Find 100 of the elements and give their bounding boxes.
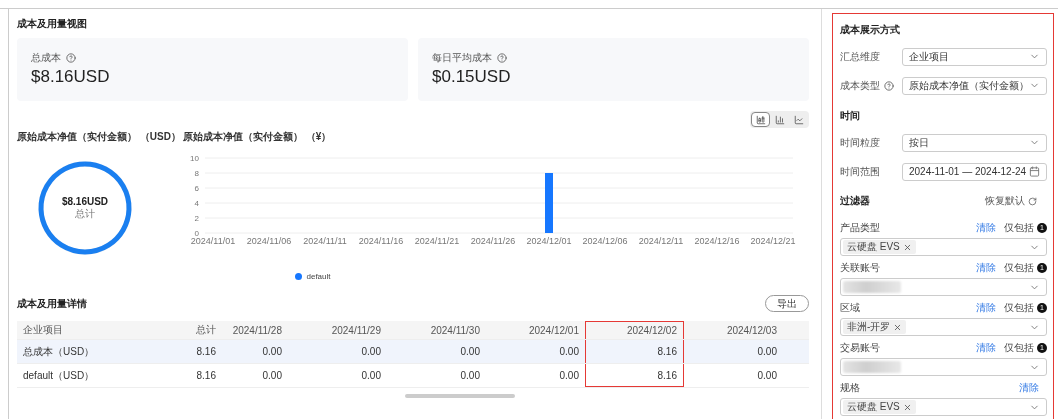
clear-link[interactable]: 清除: [1019, 380, 1039, 395]
table-cell-text: 0.00: [459, 345, 481, 359]
close-icon[interactable]: [902, 402, 912, 412]
axis-tick-label: 2024/12/16: [694, 236, 740, 246]
filter-label: 产品类型: [840, 220, 881, 235]
column-header: 企业项目: [22, 323, 64, 337]
multi-select-field[interactable]: [840, 278, 1047, 296]
column-header: 2024/12/02: [585, 321, 684, 339]
axis-tick-label: 2024/11/26: [470, 236, 516, 246]
table-row[interactable]: 总成本（USD） 8.16 0.00 0.00 0.00 0.00 8.16 0.00: [17, 340, 809, 364]
multi-select-field[interactable]: [840, 358, 1047, 376]
table-cell-text: 0.00: [360, 369, 382, 383]
clear-link[interactable]: 清除: [976, 220, 996, 235]
table-cell-text: 0.00: [756, 345, 778, 359]
axis-tick-label: 2024/11/11: [303, 236, 347, 246]
clear-link[interactable]: 清除: [976, 260, 996, 275]
scrollbar[interactable]: [405, 394, 515, 398]
axis-tick-label: 6: [194, 184, 199, 193]
axis-tick-label: 2024/11/21: [414, 236, 460, 246]
axis-tick-label: 2024/12/01: [526, 236, 572, 246]
axis-tick-label: 2024/12/06: [582, 236, 628, 246]
axis-tick-label: 2024/12/21: [750, 236, 796, 246]
donut-caption: 总计: [75, 206, 95, 221]
select-field[interactable]: 企业项目: [902, 47, 1047, 66]
column-header: 总计: [195, 323, 217, 337]
select-field[interactable]: 按日: [902, 133, 1047, 152]
include-mode[interactable]: 仅包括: [1004, 300, 1034, 315]
stacked-bar-chart-icon: [755, 114, 766, 125]
include-mode[interactable]: 仅包括: [1004, 220, 1034, 235]
multi-select-field[interactable]: 非洲-开罗: [840, 318, 1047, 336]
help-icon[interactable]: [497, 53, 507, 63]
axis-tick-label: 8: [194, 169, 199, 178]
select-field[interactable]: 原始成本净值（实付金额）: [902, 76, 1047, 95]
table-cell-text: 0.00: [261, 345, 283, 359]
table-cell-text: 总成本（USD）: [22, 344, 96, 359]
table-cell-text: 0.00: [558, 369, 580, 383]
filter-label: 区域: [840, 300, 861, 315]
date-range-field[interactable]: 2024-11-01 — 2024-12-24: [902, 162, 1047, 181]
axis-tick-label: 2024/11/01: [190, 236, 236, 246]
help-icon[interactable]: [884, 80, 894, 91]
column-header: 2024/12/03: [725, 323, 778, 338]
clear-link[interactable]: 清除: [976, 340, 996, 355]
column-header: 2024/11/30: [429, 323, 481, 338]
axis-tick-label: 2024/11/06: [246, 236, 292, 246]
field-label: 时间范围: [840, 164, 880, 179]
donut-value: $8.16USD: [61, 195, 109, 207]
legend-label: default: [306, 272, 331, 281]
include-mode[interactable]: 仅包括: [1004, 260, 1034, 275]
close-icon[interactable]: [893, 322, 903, 332]
table-cell-text: 0.00: [756, 369, 778, 383]
calendar-icon: [1029, 166, 1040, 177]
filter-label: 规格: [840, 380, 861, 395]
field-label: 汇总维度: [840, 49, 880, 64]
table-row[interactable]: default（USD） 8.16 0.00 0.00 0.00 0.00 8.16 0.00: [17, 364, 809, 388]
filter-label: 交易账号: [840, 340, 881, 355]
bar-chart-icon: [774, 114, 785, 125]
table-cell-text: 8.16: [195, 345, 217, 359]
stat-label: 总成本: [31, 51, 61, 65]
line-chart-icon: [793, 114, 804, 125]
section-title: 成本展示方式: [840, 23, 901, 37]
include-mode[interactable]: 仅包括: [1004, 340, 1034, 355]
chart-type-button[interactable]: [751, 112, 770, 127]
help-icon[interactable]: [66, 53, 76, 63]
field-label: 成本类型: [840, 78, 880, 93]
multi-select-field[interactable]: 云硬盘 EVS: [840, 398, 1047, 416]
section-title: 过滤器: [840, 194, 870, 208]
table-cell-text: default（USD）: [22, 368, 96, 383]
stat-value: $8.16USD: [31, 67, 111, 87]
table-cell: 8.16: [585, 340, 684, 363]
section-title: 成本及用量详情: [17, 296, 87, 311]
filter-label: 关联账号: [840, 260, 881, 275]
chart-bar: [545, 173, 553, 233]
filter-tag: 非洲-开罗: [843, 320, 907, 334]
stat-label: 每日平均成本: [432, 51, 492, 65]
redacted-tag: [843, 281, 901, 293]
reset-link[interactable]: 恢复默认: [985, 194, 1037, 208]
chart-title: 原始成本净值（实付金额） （¥）: [183, 130, 333, 144]
table-cell-text: 0.00: [459, 369, 481, 383]
section-title: 成本及用量视图: [17, 17, 88, 31]
clear-link[interactable]: 清除: [976, 300, 996, 315]
table-cell: 8.16: [585, 364, 684, 387]
axis-tick-label: 0: [194, 229, 199, 238]
column-header: 2024/12/01: [527, 323, 580, 338]
redacted-tag: [843, 361, 901, 373]
field-label: 时间粒度: [840, 135, 880, 150]
section-title: 时间: [840, 109, 861, 123]
table-cell-text: 0.00: [360, 345, 382, 359]
refresh-icon: [1028, 196, 1037, 206]
close-icon[interactable]: [902, 242, 912, 252]
column-header: 2024/11/29: [330, 323, 382, 338]
multi-select-field[interactable]: 云硬盘 EVS: [840, 238, 1047, 256]
axis-tick-label: 2: [194, 214, 199, 223]
table-cell-text: 8.16: [195, 369, 217, 383]
axis-tick-label: 4: [194, 199, 199, 208]
axis-tick-label: 2024/12/11: [638, 236, 684, 246]
stat-value: $0.15USD: [432, 67, 512, 87]
chart-title: 原始成本净值（实付金额） （USD）: [17, 130, 182, 144]
axis-tick-label: 2024/11/16: [358, 236, 404, 246]
export-button[interactable]: 导出: [765, 295, 809, 312]
table-cell-text: 0.00: [261, 369, 283, 383]
